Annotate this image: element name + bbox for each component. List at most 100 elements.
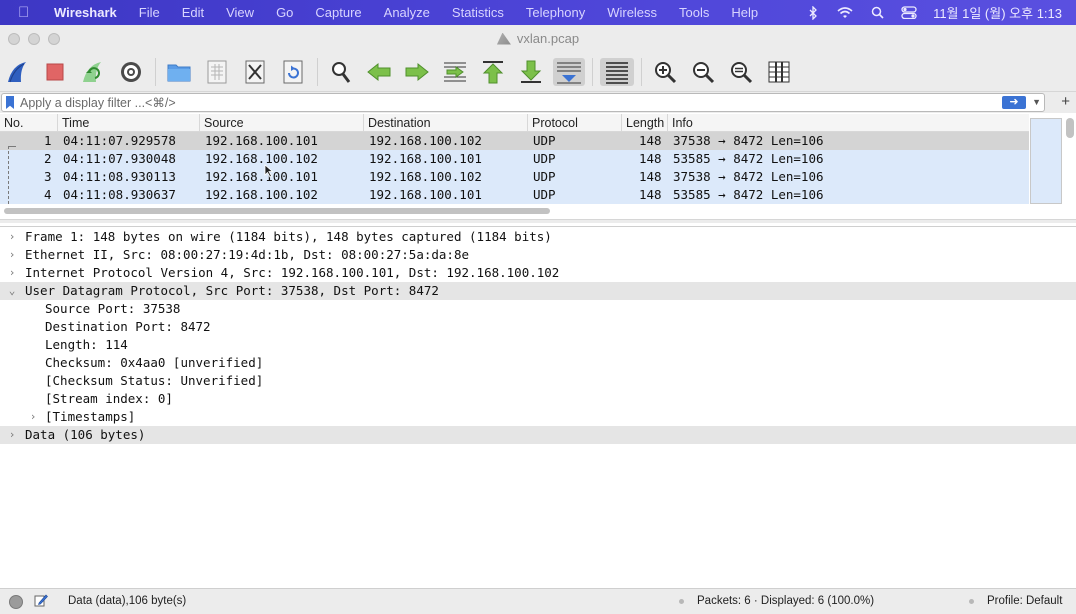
go-to-packet-icon[interactable] xyxy=(441,58,469,86)
tree-item-label: Ethernet II, Src: 08:00:27:19:4d:1b, Dst… xyxy=(25,247,470,262)
menu-statistics[interactable]: Statistics xyxy=(452,5,504,20)
tree-item-ethernet[interactable]: › Ethernet II, Src: 08:00:27:19:4d:1b, D… xyxy=(0,246,1076,264)
packet-list-horizontal-scrollbar[interactable] xyxy=(4,208,550,214)
menu-view[interactable]: View xyxy=(226,5,254,20)
status-profile[interactable]: Profile: Default xyxy=(987,595,1062,607)
tree-item-label: [Stream index: 0] xyxy=(45,391,173,406)
zoom-out-icon[interactable] xyxy=(689,58,717,86)
chevron-right-icon[interactable]: › xyxy=(6,426,18,444)
expert-info-status-icon[interactable] xyxy=(9,595,23,609)
tree-item-label: Checksum: 0x4aa0 [unverified] xyxy=(45,355,264,370)
column-header-time[interactable]: Time xyxy=(58,114,200,132)
packet-row[interactable]: 1 04:11:07.929578 192.168.100.101 192.16… xyxy=(0,132,1029,150)
status-bar: Data (data),106 byte(s) Packets: 6 · Dis… xyxy=(0,588,1076,614)
tree-item-stream-index[interactable]: [Stream index: 0] xyxy=(0,390,1076,408)
column-header-destination[interactable]: Destination xyxy=(364,114,528,132)
control-center-icon[interactable] xyxy=(901,5,917,20)
menu-tools[interactable]: Tools xyxy=(679,5,709,20)
packet-row[interactable]: 4 04:11:08.930637 192.168.100.102 192.16… xyxy=(0,186,1029,204)
window-title: vxlan.pcap xyxy=(516,31,580,46)
last-packet-icon[interactable] xyxy=(517,58,545,86)
first-packet-icon[interactable] xyxy=(479,58,507,86)
auto-scroll-icon[interactable] xyxy=(553,58,585,86)
restart-capture-icon[interactable] xyxy=(79,58,107,86)
tree-item-checksum[interactable]: Checksum: 0x4aa0 [unverified] xyxy=(0,354,1076,372)
column-header-source[interactable]: Source xyxy=(200,114,364,132)
filter-history-chevron-down-icon[interactable]: ▼ xyxy=(1032,97,1041,107)
resize-columns-icon[interactable] xyxy=(765,58,793,86)
filter-bookmark-icon[interactable] xyxy=(6,96,14,109)
menu-telephony[interactable]: Telephony xyxy=(526,5,585,20)
column-header-length[interactable]: Length xyxy=(622,114,668,132)
chevron-right-icon[interactable]: › xyxy=(27,408,39,426)
stop-capture-icon[interactable] xyxy=(41,58,69,86)
close-window-button[interactable] xyxy=(8,33,20,45)
minimize-window-button[interactable] xyxy=(28,33,40,45)
menu-edit[interactable]: Edit xyxy=(182,5,204,20)
capture-options-icon[interactable] xyxy=(117,58,145,86)
apple-menu-icon[interactable]:  xyxy=(18,4,40,21)
app-menu[interactable]: Wireshark xyxy=(54,5,117,20)
spotlight-search-icon[interactable] xyxy=(869,6,885,20)
packet-list-vertical-scrollbar[interactable] xyxy=(1066,118,1074,138)
tree-item-destination-port[interactable]: Destination Port: 8472 xyxy=(0,318,1076,336)
packet-list-minimap[interactable] xyxy=(1030,118,1062,204)
tree-item-timestamps[interactable]: › [Timestamps] xyxy=(0,408,1076,426)
cell-no: 2 xyxy=(44,151,52,166)
add-filter-button-plus-icon[interactable]: + xyxy=(1061,93,1070,110)
cell-destination: 192.168.100.102 xyxy=(369,169,482,184)
chevron-right-icon[interactable]: › xyxy=(6,228,18,246)
chevron-right-icon[interactable]: › xyxy=(6,264,18,282)
tree-item-frame[interactable]: › Frame 1: 148 bytes on wire (1184 bits)… xyxy=(0,228,1076,246)
reload-file-icon[interactable] xyxy=(279,58,307,86)
colorize-packet-list-icon[interactable] xyxy=(600,58,634,86)
menu-help[interactable]: Help xyxy=(731,5,758,20)
open-file-icon[interactable] xyxy=(165,58,193,86)
capture-comment-pencil-icon[interactable] xyxy=(34,593,48,607)
menu-bar-clock[interactable]: 11월 1일 (월) 오후 1:13 xyxy=(933,3,1062,22)
column-header-info[interactable]: Info xyxy=(668,114,1029,132)
pane-splitter[interactable] xyxy=(0,219,1076,223)
go-forward-icon[interactable] xyxy=(403,58,431,86)
tree-item-label: [Checksum Status: Unverified] xyxy=(45,373,264,388)
menu-wireless[interactable]: Wireless xyxy=(607,5,657,20)
wifi-icon[interactable] xyxy=(837,6,853,20)
tree-item-source-port[interactable]: Source Port: 37538 xyxy=(0,300,1076,318)
zoom-in-icon[interactable] xyxy=(651,58,679,86)
menu-go[interactable]: Go xyxy=(276,5,293,20)
column-header-protocol[interactable]: Protocol xyxy=(528,114,622,132)
find-packet-icon[interactable] xyxy=(327,58,355,86)
menu-file[interactable]: File xyxy=(139,5,160,20)
tree-item-udp[interactable]: ⌄ User Datagram Protocol, Src Port: 3753… xyxy=(0,282,1076,300)
packet-details-tree: › Frame 1: 148 bytes on wire (1184 bits)… xyxy=(0,226,1076,586)
go-back-icon[interactable] xyxy=(365,58,393,86)
packet-row[interactable]: 2 04:11:07.930048 192.168.100.102 192.16… xyxy=(0,150,1029,168)
save-file-icon[interactable] xyxy=(203,58,231,86)
cell-length: 148 xyxy=(639,169,662,184)
column-header-no[interactable]: No. xyxy=(0,114,58,132)
close-file-icon[interactable] xyxy=(241,58,269,86)
status-separator-dot xyxy=(679,599,684,604)
menu-analyze[interactable]: Analyze xyxy=(384,5,430,20)
cell-destination: 192.168.100.102 xyxy=(369,133,482,148)
packet-row[interactable]: 3 04:11:08.930113 192.168.100.101 192.16… xyxy=(0,168,1029,186)
cell-source: 192.168.100.102 xyxy=(205,187,318,202)
mouse-cursor-icon xyxy=(264,164,274,178)
cell-time: 04:11:07.929578 xyxy=(63,133,176,148)
menu-capture[interactable]: Capture xyxy=(315,5,361,20)
status-packet-counts: Packets: 6 · Displayed: 6 (100.0%) xyxy=(697,595,875,607)
chevron-right-icon[interactable]: › xyxy=(6,246,18,264)
bluetooth-icon[interactable] xyxy=(805,4,821,21)
tree-item-length[interactable]: Length: 114 xyxy=(0,336,1076,354)
start-capture-icon[interactable] xyxy=(4,58,32,86)
display-filter-input[interactable] xyxy=(20,94,980,111)
normal-size-icon[interactable] xyxy=(727,58,755,86)
apply-filter-arrow-icon[interactable]: ➜ xyxy=(1002,96,1026,109)
tree-item-data[interactable]: › Data (106 bytes) xyxy=(0,426,1076,444)
zoom-window-button[interactable] xyxy=(48,33,60,45)
tree-item-label: Destination Port: 8472 xyxy=(45,319,211,334)
tree-item-checksum-status[interactable]: [Checksum Status: Unverified] xyxy=(0,372,1076,390)
tree-item-ipv4[interactable]: › Internet Protocol Version 4, Src: 192.… xyxy=(0,264,1076,282)
chevron-down-icon[interactable]: ⌄ xyxy=(6,282,18,300)
cell-info: 53585 → 8472 Len=106 xyxy=(673,187,824,202)
